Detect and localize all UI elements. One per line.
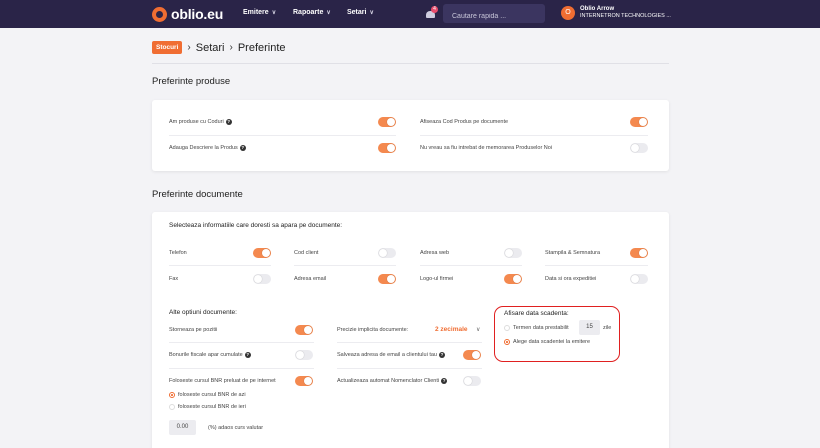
logo[interactable]: oblio.eu	[152, 6, 223, 22]
toggle-stampila[interactable]	[630, 248, 648, 258]
help-icon[interactable]: ?	[239, 145, 246, 151]
toggle-bonuri-cumulate[interactable]	[295, 350, 313, 360]
toggle-nomenclator[interactable]	[463, 376, 481, 386]
top-navbar: oblio.eu Emitere∨ Rapoarte∨ Setari∨ 4 O …	[0, 0, 820, 28]
divider	[420, 135, 648, 136]
stocuri-badge[interactable]: Stocuri	[152, 41, 183, 54]
toggle-memorare[interactable]	[630, 143, 648, 153]
precizie-select[interactable]: 2 zecimale	[435, 326, 468, 333]
divider	[152, 63, 669, 64]
help-icon[interactable]: ?	[438, 352, 445, 358]
curs-adaos-label: (%) adaos curs valutar	[208, 425, 264, 431]
divider	[169, 368, 314, 369]
option-label: Salveaza adresa de email a clientului ta…	[337, 352, 445, 358]
card-produse: Am produse cu Coduri? Afiseaza Cod Produ…	[152, 100, 669, 171]
breadcrumb-separator-icon: ›	[229, 42, 233, 53]
toggle-adresa-email[interactable]	[378, 274, 396, 284]
user-company: INTERNETRON TECHNOLOGIES ...	[580, 13, 671, 19]
row-label: Afiseaza Cod Produs pe documente	[420, 119, 509, 125]
toggle-cod-client[interactable]	[378, 248, 396, 258]
toggle-fax[interactable]	[253, 274, 271, 284]
option-label: Bonurile fiscale apar cumulate?	[169, 352, 251, 358]
highlight-box	[494, 306, 620, 362]
toggle-coduri[interactable]	[378, 117, 396, 127]
radio-label: foloseste cursul BNR de ieri	[178, 404, 246, 410]
option-label: Foloseste cursul BNR preluat de pe inter…	[169, 378, 276, 384]
search-input[interactable]	[443, 4, 545, 23]
field-label: Data si ora expeditiei	[545, 276, 597, 282]
curs-adaos-input[interactable]: 0.00	[169, 420, 196, 435]
help-icon[interactable]: ?	[244, 352, 251, 358]
field-label: Adresa email	[294, 276, 327, 282]
row-label: Am produse cu Coduri?	[169, 119, 232, 125]
radio-bnr-ieri[interactable]	[169, 404, 175, 410]
nav-setari[interactable]: Setari ∨	[347, 9, 374, 16]
field-label: Cod client	[294, 250, 319, 256]
field-label: Fax	[169, 276, 179, 282]
logo-icon	[152, 6, 167, 22]
chevron-down-icon: ∨	[369, 10, 374, 16]
chevron-down-icon: ∨	[326, 10, 331, 16]
divider	[169, 265, 271, 266]
nav-emitere[interactable]: Emitere ∨	[243, 9, 276, 16]
divider	[545, 265, 648, 266]
section-title-documente: Preferinte documente	[152, 189, 243, 200]
breadcrumb: Stocuri › Setari › Preferinte	[152, 41, 286, 54]
toggle-salveaza-email[interactable]	[463, 350, 481, 360]
field-label: Adresa web	[420, 250, 450, 256]
toggle-telefon[interactable]	[253, 248, 271, 258]
help-icon[interactable]: ?	[441, 378, 448, 384]
nav-rapoarte[interactable]: Rapoarte ∨	[293, 9, 331, 16]
field-label: Stampila & Semnatura	[545, 250, 601, 256]
divider	[169, 135, 396, 136]
other-options-title: Alte optiuni documente:	[169, 309, 237, 316]
breadcrumb-separator-icon: ›	[187, 42, 191, 53]
divider	[337, 342, 482, 343]
radio-bnr-azi[interactable]	[169, 392, 175, 398]
divider	[294, 265, 396, 266]
breadcrumb-preferinte: Preferinte	[237, 41, 286, 54]
logo-text: oblio.eu	[171, 6, 224, 22]
option-label: Storneaza pe pozitii	[169, 327, 218, 333]
chevron-down-icon[interactable]: ∨	[476, 326, 480, 333]
toggle-data-expeditiei[interactable]	[630, 274, 648, 284]
chevron-down-icon: ∨	[271, 10, 277, 16]
divider	[420, 265, 522, 266]
field-label: Logo-ul firmei	[420, 276, 454, 282]
user-menu[interactable]: O Oblio Arrow INTERNETRON TECHNOLOGIES .…	[561, 6, 671, 20]
notifications-bell-icon[interactable]: 4	[425, 6, 438, 20]
avatar: O	[561, 6, 575, 20]
help-icon[interactable]: ?	[225, 119, 232, 125]
subtitle: Selecteaza informatiile care doresti sa …	[169, 222, 343, 229]
row-label: Adauga Descriere la Produs?	[169, 145, 246, 151]
toggle-curs-bnr[interactable]	[295, 376, 313, 386]
notification-badge: 4	[431, 6, 438, 13]
divider	[169, 342, 314, 343]
toggle-logo[interactable]	[504, 274, 522, 284]
user-name: Oblio Arrow	[580, 6, 615, 12]
divider	[337, 368, 482, 369]
precizie-label: Precizie implicita documente:	[337, 327, 409, 333]
toggle-adresa-web[interactable]	[504, 248, 522, 258]
row-label: Nu vreau sa fiu intrebat de memorarea Pr…	[420, 145, 553, 151]
breadcrumb-setari[interactable]: Setari	[196, 42, 225, 54]
option-label: Actualizeaza automat Nomenclator Clienti…	[337, 378, 448, 384]
toggle-storneaza[interactable]	[295, 325, 313, 335]
toggle-cod-produs[interactable]	[630, 117, 648, 127]
radio-label: foloseste cursul BNR de azi	[178, 392, 246, 398]
field-label: Telefon	[169, 250, 187, 256]
section-title-produse: Preferinte produse	[152, 76, 231, 87]
toggle-descriere[interactable]	[378, 143, 396, 153]
